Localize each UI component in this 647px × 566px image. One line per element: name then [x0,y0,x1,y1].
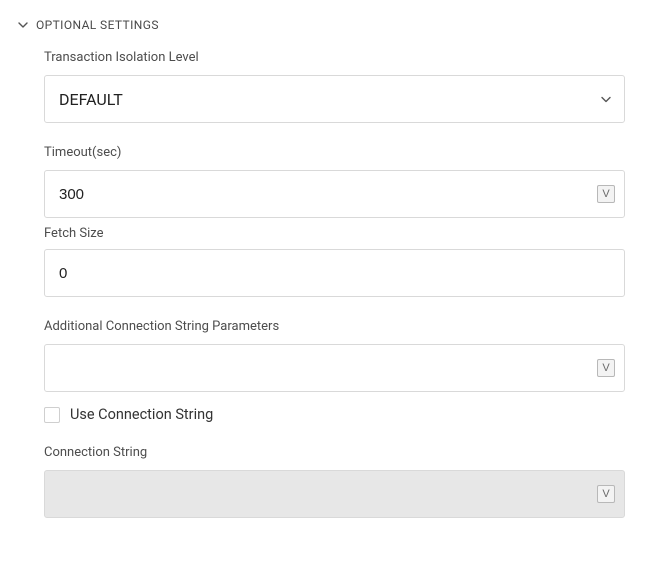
variable-icon[interactable]: V [597,185,615,203]
isolation-select-value: DEFAULT [59,90,123,109]
additionalparams-input[interactable] [44,344,625,392]
isolation-label: Transaction Isolation Level [44,50,625,65]
use-connection-string-row: Use Connection String [44,406,625,423]
chevron-down-icon [18,20,28,30]
timeout-label: Timeout(sec) [44,145,625,160]
connectionstring-label: Connection String [44,445,625,460]
variable-icon[interactable]: V [597,485,615,503]
fetchsize-input-wrap [44,249,625,297]
isolation-select-wrap: DEFAULT [44,75,625,123]
connectionstring-input-wrap: V [44,470,625,518]
variable-icon[interactable]: V [597,359,615,377]
timeout-input[interactable] [44,170,625,218]
section-header[interactable]: OPTIONAL SETTINGS [18,18,625,32]
isolation-select[interactable]: DEFAULT [44,75,625,123]
timeout-input-wrap: V [44,170,625,218]
section-title: OPTIONAL SETTINGS [36,18,159,32]
connectionstring-input [44,470,625,518]
use-connection-string-label[interactable]: Use Connection String [70,406,213,423]
optional-settings-panel: OPTIONAL SETTINGS Transaction Isolation … [0,0,647,540]
fetchsize-input[interactable] [44,249,625,297]
form-body: Transaction Isolation Level DEFAULT Time… [18,50,625,518]
additionalparams-input-wrap: V [44,344,625,392]
additionalparams-label: Additional Connection String Parameters [44,319,625,334]
fetchsize-label: Fetch Size [44,226,625,241]
use-connection-string-checkbox[interactable] [44,407,60,423]
